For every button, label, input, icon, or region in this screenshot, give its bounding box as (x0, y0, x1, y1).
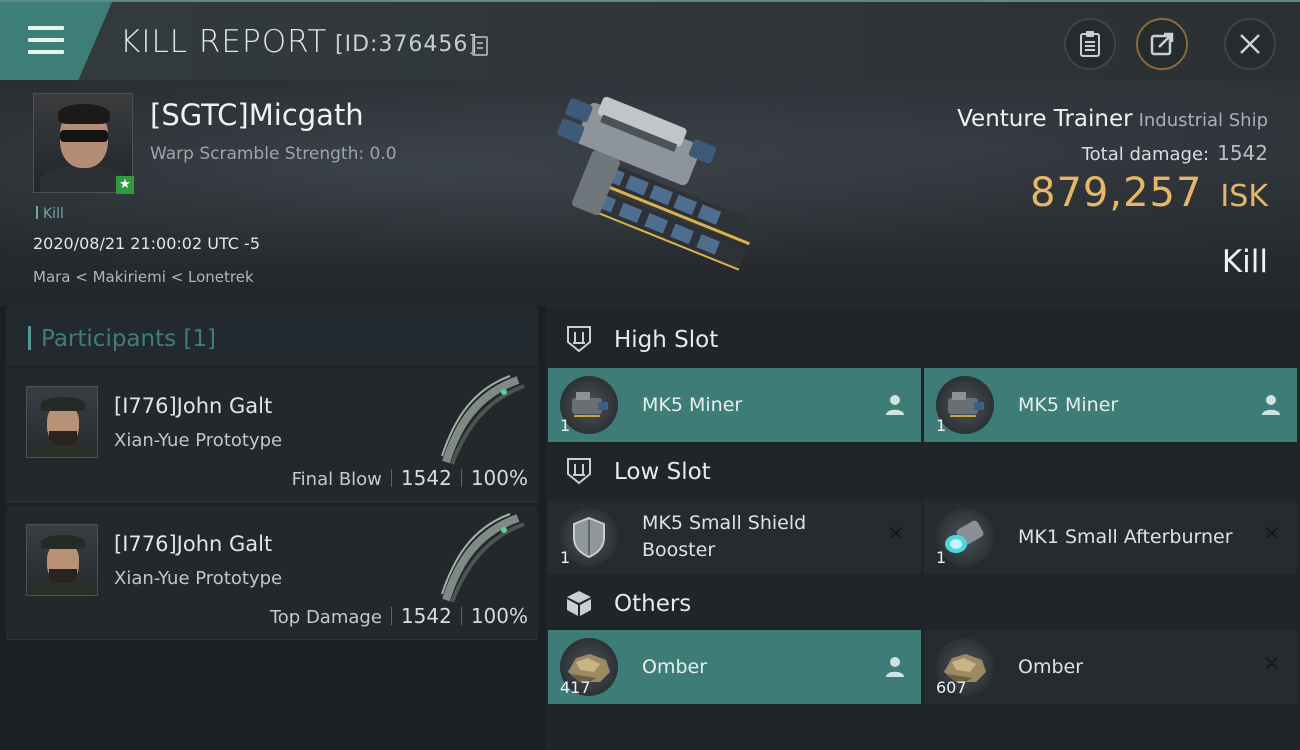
close-button[interactable] (1224, 18, 1276, 70)
participant-name: [I776]John Galt (114, 394, 273, 418)
ship-class: Industrial Ship (1138, 110, 1268, 131)
title-bar: KILL REPORT [ID:376456] (0, 0, 1300, 80)
kill-location: Mara < Makiriemi < Lonetrek (33, 268, 254, 286)
person-icon (886, 395, 904, 415)
total-damage-label: Total damage: (1081, 144, 1210, 165)
star-icon: ★ (116, 176, 134, 194)
page-title: KILL REPORT (120, 24, 328, 60)
module-item[interactable]: 607 Omber ✕ (924, 630, 1297, 704)
x-icon: ✕ (1262, 522, 1281, 547)
participant-avatar[interactable] (26, 524, 98, 596)
clipboard-button[interactable] (1064, 18, 1116, 70)
isk-value: 879,257 (1030, 170, 1203, 216)
total-damage-value: 1542 (1217, 141, 1268, 165)
participants-header: Participants [1] (6, 306, 538, 366)
x-icon: ✕ (886, 522, 905, 547)
participants-title: Participants [1] (28, 326, 216, 352)
high-slot-icon (567, 326, 591, 353)
victim-name[interactable]: [SGTC]Micgath (150, 98, 364, 132)
high-slot-title: High Slot (614, 327, 719, 353)
close-icon (1240, 34, 1260, 54)
participant-percent: 100% (470, 466, 528, 490)
module-name: Omber (642, 655, 708, 678)
participant-stats: Top Damage 1542 100% (270, 604, 528, 628)
module-name: MK5 Small Shield Booster (642, 512, 807, 561)
low-slot-icon (567, 458, 591, 485)
hamburger-icon[interactable] (28, 26, 64, 56)
participant-row[interactable]: [I776]John Galt Xian-Yue Prototype Top D… (6, 506, 538, 640)
isk-unit: ISK (1220, 179, 1268, 214)
x-icon: ✕ (1262, 652, 1281, 677)
participant-label: Final Blow (291, 469, 382, 490)
module-quantity: 1 (936, 416, 947, 435)
ship-info: Venture Trainer Industrial Ship (957, 106, 1268, 132)
low-slot-header: Low Slot (546, 442, 1300, 502)
report-id: [ID:376456] (335, 32, 478, 57)
person-icon (886, 657, 904, 677)
module-item[interactable]: 1 MK1 Small Afterburner ✕ (924, 500, 1297, 574)
share-button[interactable] (1136, 18, 1188, 70)
share-icon (1150, 32, 1174, 56)
participant-row[interactable]: [I776]John Galt Xian-Yue Prototype Final… (6, 368, 538, 502)
low-slot-title: Low Slot (614, 459, 711, 485)
participant-ship-image (441, 375, 525, 465)
participant-percent: 100% (470, 604, 528, 628)
module-name: MK5 Miner (1018, 393, 1119, 416)
module-quantity: 1 (560, 416, 571, 435)
cube-icon (567, 591, 591, 616)
participant-stats: Final Blow 1542 100% (292, 466, 528, 490)
module-item[interactable]: 1 MK5 Miner (548, 368, 921, 442)
module-item[interactable]: 1 MK5 Miner (924, 368, 1297, 442)
module-quantity: 1 (936, 548, 947, 567)
ship-image (557, 96, 750, 271)
participant-damage: 1542 (400, 604, 452, 628)
clipboard-icon (1080, 31, 1100, 57)
participant-ship: Xian-Yue Prototype (114, 568, 283, 589)
module-item[interactable]: 1 MK5 Small Shield Booster ✕ (548, 500, 921, 574)
participant-damage: 1542 (400, 466, 452, 490)
participant-name: [I776]John Galt (114, 532, 273, 556)
participant-label: Top Damage (269, 607, 382, 628)
module-quantity: 1 (560, 548, 571, 567)
module-name: Omber (1018, 655, 1084, 678)
ship-name[interactable]: Venture Trainer (957, 106, 1132, 132)
module-quantity: 607 (936, 678, 967, 697)
modules-panel: High Slot 1 MK5 Miner 1 MK5 Miner Low Sl… (546, 306, 1300, 750)
module-name: MK1 Small Afterburner (1018, 525, 1233, 548)
others-title: Others (614, 591, 692, 617)
module-quantity: 417 (560, 678, 591, 697)
isk-value-line: 879,257 ISK (1030, 170, 1268, 216)
result-label: Kill (1221, 244, 1268, 280)
module-name: MK5 Miner (642, 393, 743, 416)
copy-icon[interactable] (472, 36, 488, 56)
participant-ship: Xian-Yue Prototype (114, 430, 283, 451)
warp-scramble-strength: Warp Scramble Strength: 0.0 (150, 144, 397, 164)
participant-avatar[interactable] (26, 386, 98, 458)
total-damage: Total damage: 1542 (1082, 141, 1268, 165)
participants-panel: Participants [1] [I776]John Galt Xian-Yu… (6, 306, 538, 750)
high-slot-header: High Slot (546, 310, 1300, 370)
person-icon (1262, 395, 1280, 415)
participant-ship-image (441, 513, 525, 603)
menu-tab[interactable] (0, 2, 112, 80)
others-header: Others (546, 574, 1300, 634)
module-item[interactable]: 417 Omber (548, 630, 921, 704)
kill-timestamp: 2020/08/21 21:00:02 UTC -5 (33, 234, 261, 253)
kill-tag: Kill (36, 206, 64, 222)
